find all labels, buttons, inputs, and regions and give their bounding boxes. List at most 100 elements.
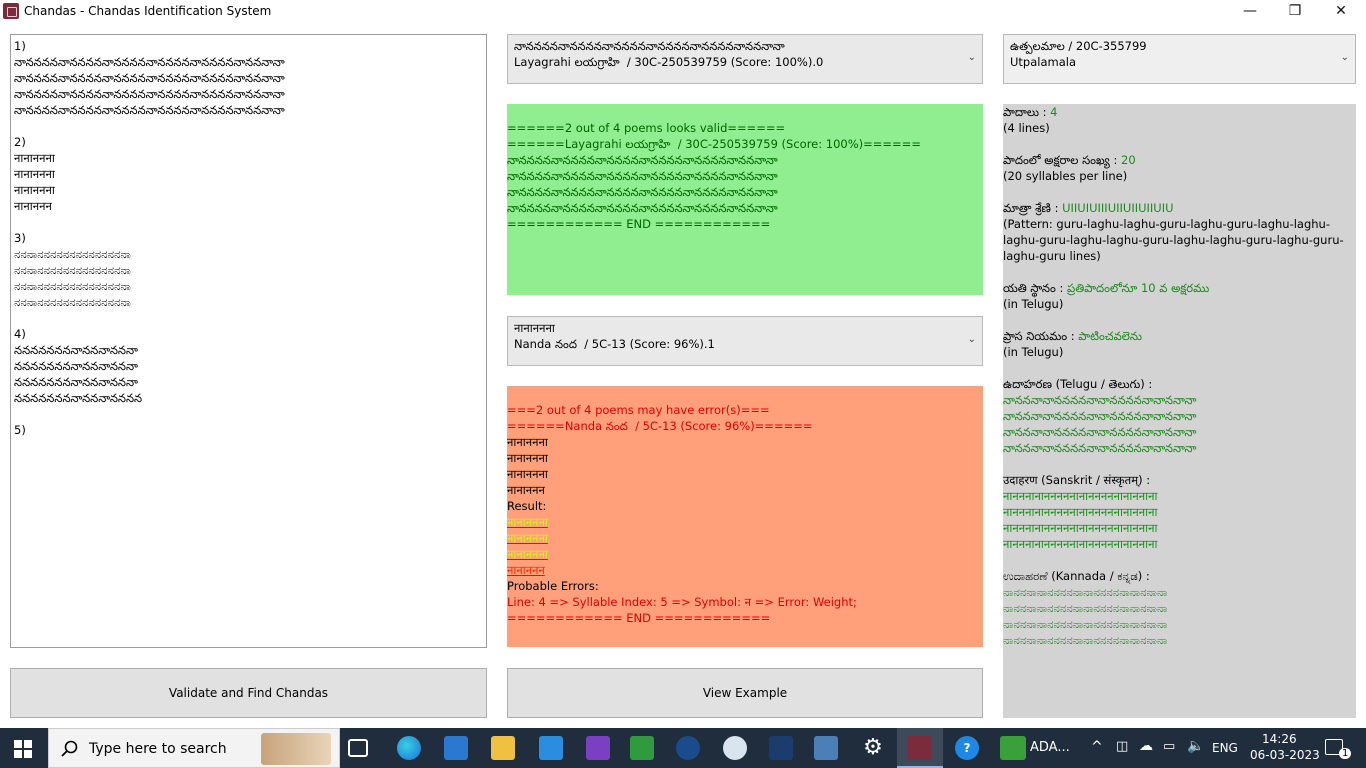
ada-app-icon[interactable] <box>1000 736 1026 760</box>
matra-note: (Pattern: guru-laghu-laghu-guru-laghu-gu… <box>1003 217 1344 263</box>
padalu-value: 4 <box>1050 105 1058 119</box>
taskbar-search[interactable]: Type here to search <box>48 728 340 768</box>
task-view-icon[interactable] <box>348 739 368 757</box>
chevron-down-icon[interactable]: ⌄ <box>1341 52 1349 63</box>
input-line: नानाननना <box>14 167 55 181</box>
input-line: ನನನಾನನನನನನನನನನನನನನಾ <box>14 295 131 309</box>
sanskrit-example-label: उदाहरण (Sanskrit / संस्कृतम्) : <box>1003 473 1151 487</box>
prime-video-icon[interactable] <box>769 736 793 760</box>
kannada-example-label: ಉದಾಹರಣೆ (Kannada / ಕನ್ನಡ) : <box>1003 569 1150 583</box>
matra-label: మాత్రా శ్రేణి : <box>1003 201 1063 215</box>
error-detail: Line: 4 => Syllable Index: 5 => Symbol: … <box>507 595 857 609</box>
paint-icon[interactable] <box>723 736 747 760</box>
valid-result-line: ============ END ============ <box>507 217 771 231</box>
poem-line: नानाननना <box>507 467 548 481</box>
valid-result-line: నానననననానననననానననననానననననానననననానననానా <box>507 185 778 199</box>
chandas-taskbar-button[interactable] <box>897 728 943 768</box>
input-line: 5) <box>14 423 26 437</box>
input-line: ననననననననానననానననన <box>14 391 143 405</box>
valid-chandas-select[interactable]: నానననననానననననానననననానననననానననననానననానా L… <box>507 34 983 84</box>
input-line: నానననననానననననానననననానననననానననననానననానా <box>14 103 285 117</box>
validate-button[interactable]: Validate and Find Chandas <box>10 668 487 718</box>
matra-value: UIIUIUIIIUIIUIIUIIUIU <box>1062 201 1174 215</box>
notification-badge: 1 <box>1339 748 1352 759</box>
search-placeholder: Type here to search <box>89 741 227 757</box>
clock-date[interactable]: 06-03-2023 <box>1250 748 1320 762</box>
akshara-note: (20 syllables per line) <box>1003 169 1128 183</box>
kannada-example-line: ನಾನನನಾನಾನನನನನಾನಾನನನನನಾನಾನನಾನಾ <box>1003 633 1168 647</box>
error-chandas-select[interactable]: नानाननना Nanda నంద / 5C-13 (Score: 96%).… <box>507 316 983 366</box>
kannada-example-line: ನಾನನನಾನಾನನನನನಾನಾನನನನನಾನಾನನಾನಾ <box>1003 601 1168 615</box>
valid-result-line: నానననననానననననానననననానననననానననననానననానా <box>507 201 778 215</box>
spreadsheet-icon[interactable] <box>630 736 654 760</box>
input-line: नानाननना <box>14 151 55 165</box>
taskbar: Type here to search ⚙ ? ADA... ^ ◫ ☁ ▭ 🔈… <box>0 728 1366 768</box>
result-line: नानाननना <box>507 531 548 545</box>
sanskrit-example-line: नानननानानननननानानननननानाननाना <box>1003 505 1158 519</box>
poem-input-textbox[interactable]: 1) నానననననానననననానననననానననననానననననానననానా… <box>10 34 487 648</box>
combo-line: నానననననానననననానననననానననననానననననానననానా <box>514 39 785 53</box>
visual-studio-icon[interactable] <box>586 736 610 760</box>
input-line: ನನನಾನನನನನನನನನನನನನನಾ <box>14 263 131 277</box>
chandas-detail-select[interactable]: ఉత్పలమాల / 20C-355799 Utpalamala ⌄ <box>1003 34 1356 84</box>
input-line: ನನನಾನನನನನನನನನನನನನನಾ <box>14 247 131 261</box>
valid-result-line: నానననననానననననానననననానననననానననననానననానా <box>507 153 778 167</box>
input-line: 4) <box>14 327 26 341</box>
chevron-up-icon[interactable]: ^ <box>1091 739 1103 755</box>
input-line <box>14 214 483 230</box>
error-result-panel: ===2 out of 4 poems may have error(s)===… <box>507 386 983 647</box>
clock-time[interactable]: 14:26 <box>1262 732 1297 746</box>
input-line <box>14 310 483 326</box>
telugu-example-line: నానననానానననననానానననననానాననానా <box>1003 441 1197 455</box>
result-label: Result: <box>507 499 547 513</box>
input-line: నానననననానననననానననననానననననానననననానననానా <box>14 55 285 69</box>
maximize-button[interactable]: ❐ <box>1272 0 1318 24</box>
help-icon[interactable]: ? <box>955 736 979 760</box>
windows-icon <box>14 740 32 758</box>
end-marker: ============ END ============ <box>507 611 771 625</box>
prasa-value: పాటించవలెను <box>1078 329 1142 343</box>
combo-line: Layagrahi లయగ్రాహి / 30C-250539759 (Scor… <box>514 55 824 69</box>
edge-icon[interactable] <box>397 736 421 760</box>
chevron-down-icon[interactable]: ⌄ <box>968 52 976 63</box>
app-icon-round[interactable] <box>676 736 700 760</box>
akshara-value: 20 <box>1121 153 1136 167</box>
yati-label: యతి స్థానం : <box>1003 281 1068 295</box>
chevron-down-icon[interactable]: ⌄ <box>968 334 976 345</box>
prasa-label: ప్రాస నియమం : <box>1003 329 1079 343</box>
file-explorer-icon[interactable] <box>491 736 515 760</box>
store-icon[interactable] <box>444 736 468 760</box>
sanskrit-example-line: नानननानानननननानानननननानाननाना <box>1003 521 1158 535</box>
start-button[interactable] <box>14 740 32 758</box>
view-example-button[interactable]: View Example <box>507 668 983 718</box>
input-line: नानाननन <box>14 199 52 213</box>
mail-icon[interactable] <box>539 736 563 760</box>
sanskrit-example-line: नानननानानननननानानननननानाननाना <box>1003 489 1158 503</box>
minimize-button[interactable]: — <box>1227 0 1273 24</box>
valid-result-line: నానననననానననననానననననానననననానననననానననానా <box>507 169 778 183</box>
kannada-example-line: ನಾನನನಾನಾನನನನನಾನಾನನನನನಾನಾನನಾನಾ <box>1003 617 1168 631</box>
battery-icon[interactable]: ▭ <box>1163 739 1175 754</box>
search-icon <box>61 740 78 757</box>
input-line: ననననననననానననానననా <box>14 375 138 389</box>
window-title: Chandas - Chandas Identification System <box>24 4 272 18</box>
input-line: 1) <box>14 39 26 53</box>
gear-icon[interactable]: ⚙ <box>861 736 885 760</box>
input-line: ನನನಾನನನನನನನನನನನನನನಾ <box>14 279 131 293</box>
input-line: 3) <box>14 231 26 245</box>
cloud-icon[interactable]: ☁ <box>1139 738 1153 754</box>
ada-label[interactable]: ADA... <box>1030 740 1070 755</box>
valid-result-line: ======2 out of 4 poems looks valid====== <box>507 121 786 135</box>
app-icon <box>3 3 19 19</box>
meet-now-icon[interactable]: ◫ <box>1116 739 1128 754</box>
padalu-label: పాదాలు : <box>1003 105 1051 119</box>
remote-desktop-icon[interactable] <box>814 736 838 760</box>
language-indicator[interactable]: ENG <box>1212 741 1238 755</box>
volume-icon[interactable]: 🔈 <box>1187 738 1204 754</box>
telugu-example-line: నానననానానననననానానననననానాననానా <box>1003 393 1197 407</box>
sanskrit-example-line: नानननानानननननानानननननानाननाना <box>1003 537 1158 551</box>
result-error-line: नानाननन <box>507 563 545 577</box>
telugu-example-line: నానననానానననననానానననననానాననానా <box>1003 409 1197 423</box>
result-line: नानाननना <box>507 515 548 529</box>
close-button[interactable]: ✕ <box>1318 0 1364 24</box>
